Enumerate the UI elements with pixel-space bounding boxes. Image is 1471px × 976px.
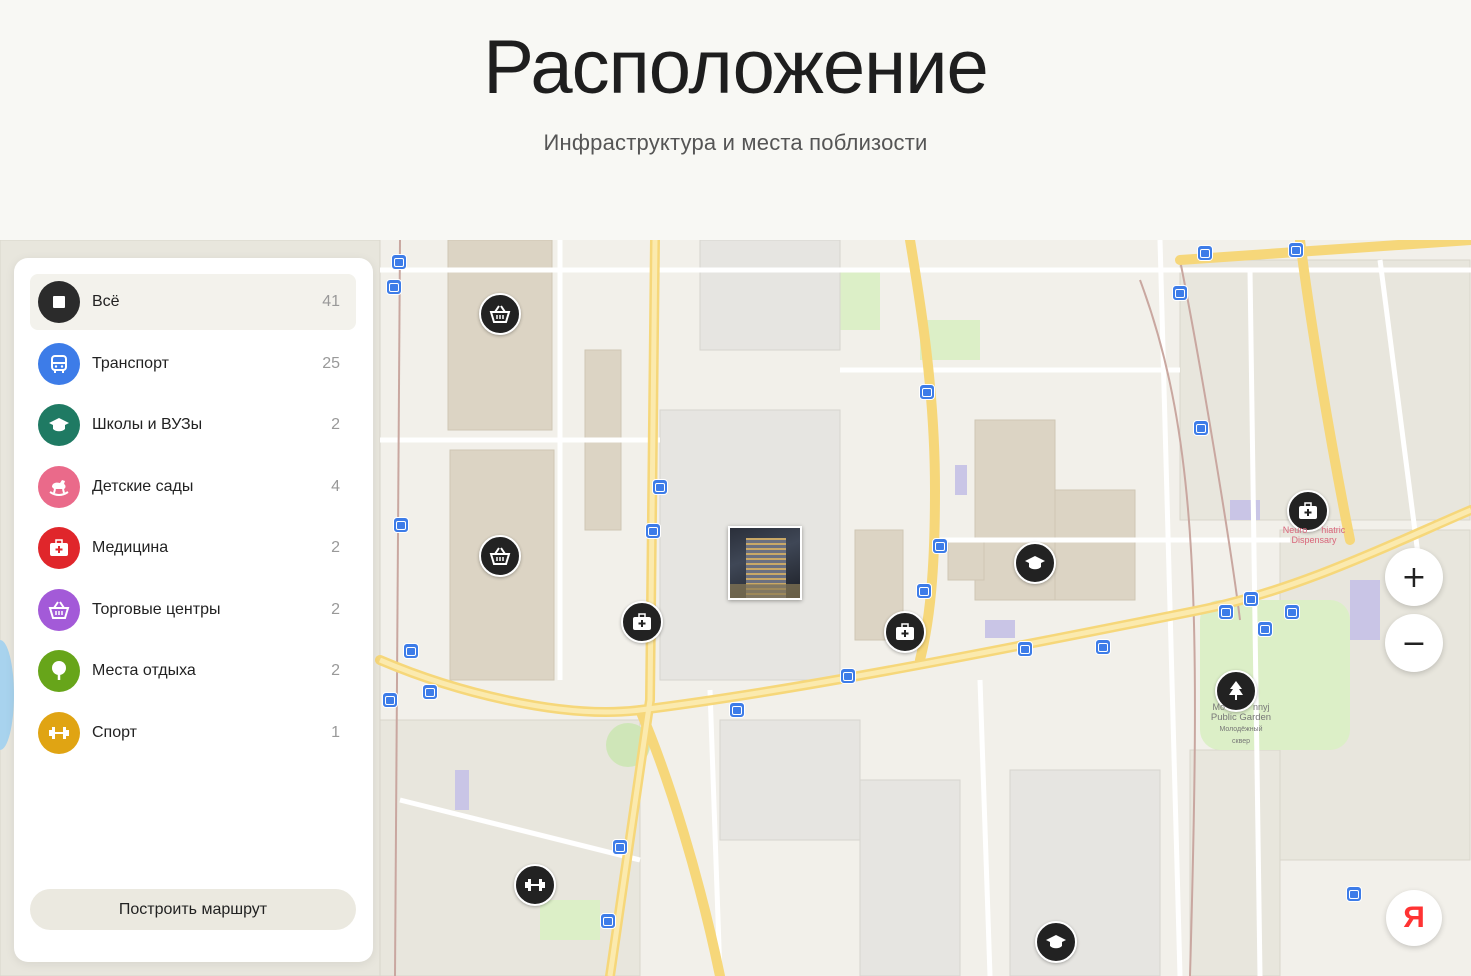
bus-stop-icon[interactable] (645, 523, 661, 539)
dumbbell-icon (38, 712, 80, 754)
category-medicine[interactable]: Медицина 2 (30, 520, 356, 576)
category-count: 2 (331, 662, 340, 679)
bus-stop-icon[interactable] (1243, 591, 1259, 607)
zoom-in-button[interactable]: + (1385, 548, 1443, 606)
category-label: Торговые центры (92, 601, 221, 618)
bus-stop-icon[interactable] (1288, 242, 1304, 258)
bus-stop-icon[interactable] (1095, 639, 1111, 655)
bus-stop-icon[interactable] (403, 643, 419, 659)
category-count: 1 (331, 724, 340, 741)
bus-stop-icon[interactable] (729, 702, 745, 718)
bus-stop-icon[interactable] (1257, 621, 1273, 637)
bus-stop-icon[interactable] (382, 692, 398, 708)
category-label: Медицина (92, 539, 169, 556)
bus-stop-icon[interactable] (1197, 245, 1213, 261)
category-sport[interactable]: Спорт 1 (30, 705, 356, 761)
tree-icon (1229, 681, 1243, 700)
dumbbell-icon (525, 879, 545, 891)
medicine-marker[interactable] (621, 601, 663, 643)
build-route-button[interactable]: Построить маршрут (30, 889, 356, 930)
mall-marker[interactable] (479, 535, 521, 577)
category-count: 2 (331, 539, 340, 556)
category-count: 2 (331, 601, 340, 618)
map-label-garden: Mo nnyj Public Garden Молодёжный сквер (1210, 702, 1272, 745)
map-label-dispensary: Neuro hiatric Dispensary (1282, 525, 1346, 545)
category-label: Школы и ВУЗы (92, 416, 203, 433)
category-malls[interactable]: Торговые центры 2 (30, 582, 356, 638)
category-count: 2 (331, 416, 340, 433)
medical-kit-icon (1299, 502, 1317, 519)
category-label: Детские сады (92, 478, 194, 495)
basket-icon (38, 589, 80, 631)
bus-stop-icon[interactable] (1284, 604, 1300, 620)
bus-icon (38, 343, 80, 385)
yandex-logo-button[interactable]: Я (1386, 890, 1442, 946)
page-title: Расположение (483, 25, 989, 110)
bus-stop-icon[interactable] (391, 254, 407, 270)
category-transport[interactable]: Транспорт 25 (30, 336, 356, 392)
category-schools[interactable]: Школы и ВУЗы 2 (30, 397, 356, 453)
project-building-marker[interactable] (728, 526, 802, 600)
medical-kit-icon (633, 613, 651, 630)
graduation-cap-icon (1025, 556, 1045, 570)
category-count: 4 (331, 478, 340, 495)
bus-stop-icon[interactable] (600, 913, 616, 929)
medical-kit-icon (896, 623, 914, 640)
category-count: 25 (322, 355, 340, 372)
bus-stop-icon[interactable] (840, 668, 856, 684)
category-panel: Всё 41 Транспорт 25 Школы и ВУЗы 2 Детск… (14, 258, 373, 962)
bus-stop-icon[interactable] (386, 279, 402, 295)
bus-stop-icon[interactable] (652, 479, 668, 495)
bus-stop-icon[interactable] (422, 684, 438, 700)
category-count: 41 (322, 293, 340, 310)
graduation-cap-icon (1046, 935, 1066, 949)
bus-stop-icon[interactable] (1346, 886, 1362, 902)
zoom-out-button[interactable]: − (1385, 614, 1443, 672)
category-label: Всё (92, 293, 120, 310)
medical-kit-icon (38, 527, 80, 569)
bus-stop-icon[interactable] (1172, 285, 1188, 301)
bus-stop-icon[interactable] (1017, 641, 1033, 657)
category-kindergartens[interactable]: Детские сады 4 (30, 459, 356, 515)
graduation-cap-icon (38, 404, 80, 446)
category-all[interactable]: Всё 41 (30, 274, 356, 330)
school-marker[interactable] (1035, 921, 1077, 963)
basket-icon (489, 305, 511, 323)
bus-stop-icon[interactable] (919, 384, 935, 400)
bus-stop-icon[interactable] (916, 583, 932, 599)
tree-icon (38, 650, 80, 692)
mall-marker[interactable] (479, 293, 521, 335)
bus-stop-icon[interactable] (393, 517, 409, 533)
school-marker[interactable] (1014, 542, 1056, 584)
category-label: Транспорт (92, 355, 169, 372)
category-label: Спорт (92, 724, 137, 741)
square-icon (38, 281, 80, 323)
bus-stop-icon[interactable] (612, 839, 628, 855)
sport-marker[interactable] (514, 864, 556, 906)
category-label: Места отдыха (92, 662, 196, 679)
rocking-horse-icon (38, 466, 80, 508)
bus-stop-icon[interactable] (932, 538, 948, 554)
medicine-marker[interactable] (884, 611, 926, 653)
page-header: Расположение Инфраструктура и места побл… (0, 0, 1471, 240)
basket-icon (489, 547, 511, 565)
category-recreation[interactable]: Места отдыха 2 (30, 643, 356, 699)
page-subtitle: Инфраструктура и места поблизости (543, 130, 928, 155)
bus-stop-icon[interactable] (1193, 420, 1209, 436)
bus-stop-icon[interactable] (1218, 604, 1234, 620)
